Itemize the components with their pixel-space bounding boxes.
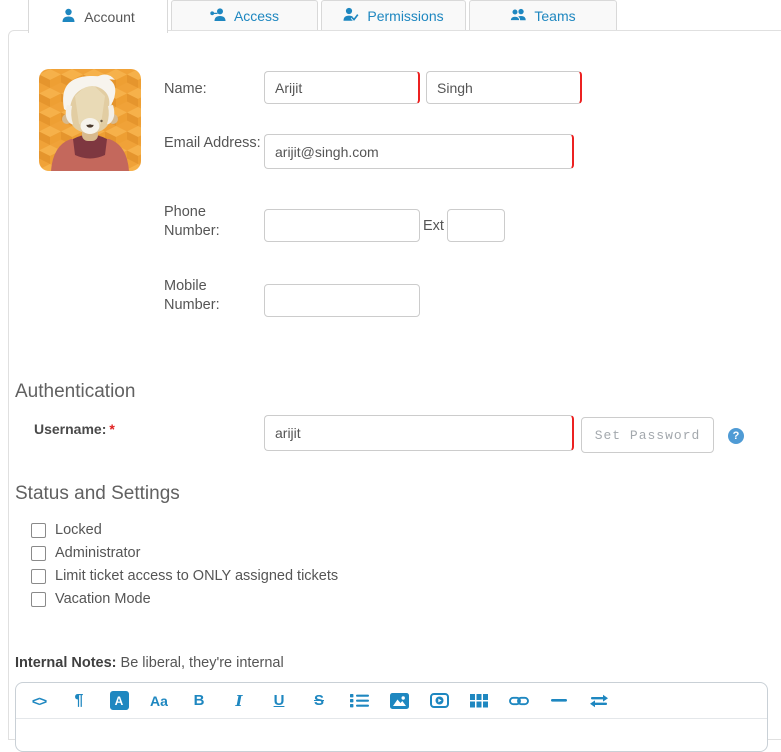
status-settings-heading: Status and Settings [15, 483, 180, 504]
internal-notes-label: Internal Notes: [15, 655, 117, 671]
username-label-text: Username: [34, 421, 107, 437]
tab-label: Access [233, 7, 280, 24]
phone-label: Phone Number: [164, 204, 220, 239]
swap-arrows-icon[interactable] [579, 683, 619, 719]
insert-video-icon[interactable] [419, 683, 459, 719]
paragraph-icon[interactable]: ¶ [59, 683, 99, 719]
checkbox-label: Vacation Mode [55, 591, 151, 607]
user-avatar[interactable] [39, 69, 141, 171]
insert-image-icon[interactable] [379, 683, 419, 719]
tab-label: Permissions [367, 7, 444, 24]
tab-access[interactable]: Access [171, 0, 318, 30]
tab-account[interactable]: Account [28, 0, 168, 33]
tab-teams[interactable]: Teams [469, 0, 617, 30]
ext-input[interactable] [447, 209, 505, 242]
name-label: Name: [164, 81, 207, 97]
email-input[interactable] [264, 134, 574, 169]
checkbox-row-vacation-mode[interactable]: Vacation Mode [31, 590, 151, 608]
required-asterisk: * [109, 421, 115, 437]
tab-permissions[interactable]: Permissions [321, 0, 466, 30]
checkbox-row-locked[interactable]: Locked [31, 521, 102, 539]
users-icon [510, 7, 527, 25]
last-name-input[interactable] [426, 71, 582, 104]
code-view-icon[interactable]: <> [19, 683, 59, 719]
username-label: Username: * [34, 421, 115, 437]
limit-tickets-checkbox[interactable] [31, 568, 46, 584]
administrator-checkbox[interactable] [31, 545, 46, 561]
horizontal-line-icon[interactable] [539, 683, 579, 719]
checkbox-label: Locked [55, 522, 102, 538]
editor-toolbar: <> ¶ A Aa B I U S [16, 683, 767, 719]
account-panel: Name: Email Address: Phone Number: Ext M… [8, 30, 781, 752]
strikethrough-icon[interactable]: S [299, 683, 339, 719]
key-user-icon [210, 7, 226, 25]
user-check-icon [343, 7, 360, 25]
authentication-heading: Authentication [15, 381, 136, 402]
internal-notes-hint: Be liberal, they're internal [120, 655, 284, 671]
vacation-mode-checkbox[interactable] [31, 591, 46, 607]
checkbox-label: Limit ticket access to ONLY assigned tic… [55, 568, 339, 584]
unordered-list-icon[interactable] [339, 683, 379, 719]
phone-input[interactable] [264, 209, 420, 242]
mobile-input[interactable] [264, 284, 420, 317]
ext-label: Ext [423, 218, 444, 234]
internal-notes-line: Internal Notes: Be liberal, they're inte… [15, 655, 284, 671]
set-password-button[interactable]: Set Password [581, 417, 714, 453]
first-name-input[interactable] [264, 71, 420, 104]
locked-checkbox[interactable] [31, 522, 46, 538]
checkbox-label: Administrator [55, 545, 141, 561]
tab-label: Teams [534, 7, 576, 24]
help-icon[interactable]: ? [728, 428, 744, 444]
italic-icon[interactable]: I [219, 683, 259, 719]
bold-icon[interactable]: B [179, 683, 219, 719]
mobile-label: Mobile Number: [164, 278, 220, 313]
font-size-icon[interactable]: Aa [139, 683, 179, 719]
insert-table-icon[interactable] [459, 683, 499, 719]
username-input[interactable] [264, 415, 574, 451]
user-icon [61, 8, 76, 26]
insert-link-icon[interactable] [499, 683, 539, 719]
font-color-icon[interactable]: A [99, 683, 139, 719]
email-label: Email Address: [164, 135, 261, 151]
checkbox-row-limit-tickets[interactable]: Limit ticket access to ONLY assigned tic… [31, 567, 338, 585]
checkbox-row-administrator[interactable]: Administrator [31, 544, 140, 562]
tab-label: Account [84, 8, 135, 25]
underline-icon[interactable]: U [259, 683, 299, 719]
internal-notes-editor: <> ¶ A Aa B I U S [15, 682, 768, 752]
font-color-glyph: A [109, 691, 129, 710]
